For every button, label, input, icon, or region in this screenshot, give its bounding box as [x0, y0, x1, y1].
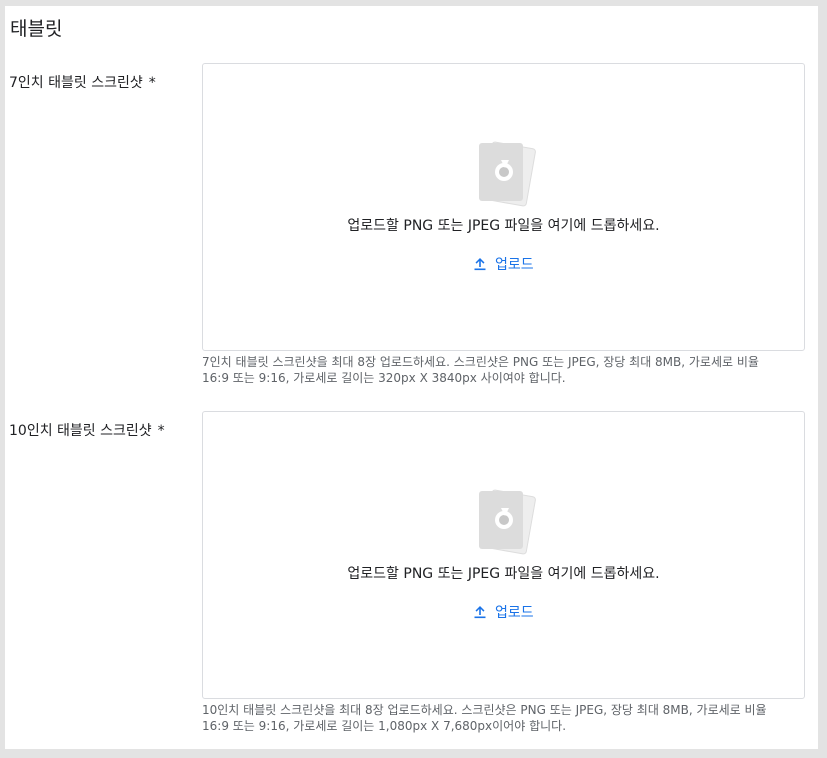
- field-label-text: 10인치 태블릿 스크린샷: [9, 423, 152, 439]
- helper-text-7inch: 7인치 태블릿 스크린샷을 최대 8장 업로드하세요. 스크린샷은 PNG 또는…: [202, 354, 806, 386]
- helper-text-10inch: 10인치 태블릿 스크린샷을 최대 8장 업로드하세요. 스크린샷은 PNG 또…: [202, 702, 806, 734]
- helper-line: 16:9 또는 9:16, 가로세로 길이는 320px X 3840px 사이…: [202, 371, 566, 385]
- required-mark: *: [157, 423, 165, 439]
- drop-instructions: 업로드할 PNG 또는 JPEG 파일을 여기에 드롭하세요.: [347, 566, 660, 582]
- upload-button-label: 업로드: [495, 605, 534, 621]
- field-label-10inch: 10인치 태블릿 스크린샷 *: [9, 420, 165, 440]
- tablet-screenshots-panel: 태블릿 7인치 태블릿 스크린샷 * 업로드할 PNG 또는 JPEG 파일을 여…: [5, 6, 818, 749]
- upload-button-label: 업로드: [495, 257, 534, 273]
- helper-line: 10인치 태블릿 스크린샷을 최대 8장 업로드하세요. 스크린샷은 PNG 또…: [202, 703, 767, 717]
- upload-icon: [474, 258, 486, 271]
- dropzone-7inch[interactable]: 업로드할 PNG 또는 JPEG 파일을 여기에 드롭하세요. 업로드: [202, 63, 805, 351]
- image-placeholder-icon: [479, 141, 536, 207]
- helper-line: 7인치 태블릿 스크린샷을 최대 8장 업로드하세요. 스크린샷은 PNG 또는…: [202, 355, 759, 369]
- helper-line: 16:9 또는 9:16, 가로세로 길이는 1,080px X 7,680px…: [202, 719, 567, 733]
- dropzone-10inch[interactable]: 업로드할 PNG 또는 JPEG 파일을 여기에 드롭하세요. 업로드: [202, 411, 805, 699]
- field-label-7inch: 7인치 태블릿 스크린샷 *: [9, 72, 156, 92]
- required-mark: *: [148, 75, 156, 91]
- upload-button[interactable]: 업로드: [469, 600, 538, 624]
- upload-icon: [474, 606, 486, 619]
- image-placeholder-icon: [479, 489, 536, 555]
- upload-button[interactable]: 업로드: [469, 252, 538, 276]
- field-label-text: 7인치 태블릿 스크린샷: [9, 75, 143, 91]
- section-title: 태블릿: [10, 18, 63, 40]
- drop-instructions: 업로드할 PNG 또는 JPEG 파일을 여기에 드롭하세요.: [347, 218, 660, 234]
